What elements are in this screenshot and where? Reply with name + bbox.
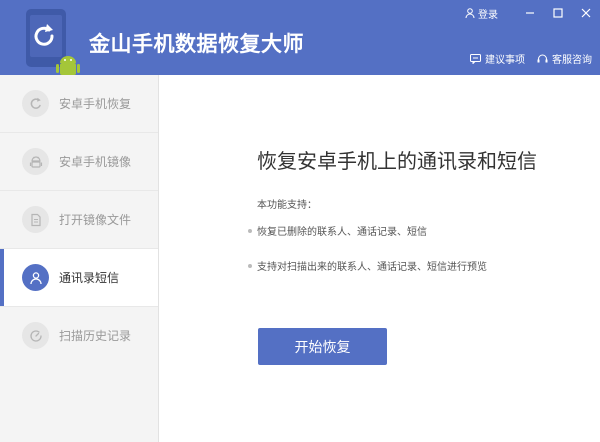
page-title: 恢复安卓手机上的通讯录和短信 — [257, 149, 537, 173]
headset-icon — [537, 54, 548, 62]
maximize-icon — [553, 8, 563, 18]
sidebar-item-scan-history[interactable]: 扫描历史记录 — [0, 307, 158, 364]
document-icon — [30, 213, 41, 226]
contact-icon — [29, 271, 42, 284]
minimize-button[interactable] — [516, 4, 544, 22]
history-icon — [29, 329, 42, 342]
sidebar-item-android-recovery[interactable]: 安卓手机恢复 — [0, 75, 158, 132]
user-icon — [465, 8, 475, 18]
comment-icon — [470, 53, 481, 64]
close-button[interactable] — [572, 4, 600, 22]
bullet-icon — [248, 263, 252, 268]
feedback-link[interactable]: 建议事项 — [470, 51, 525, 66]
sidebar-item-contacts-sms[interactable]: 通讯录短信 — [0, 249, 158, 306]
android-icon — [29, 155, 42, 168]
feature-item: 恢复已删除的联系人、通话记录、短信 — [248, 223, 427, 238]
sidebar: 安卓手机恢复 安卓手机镜像 打开镜像文件 通讯录短信 扫描历史记录 — [0, 75, 159, 442]
sidebar-item-label: 安卓手机恢复 — [59, 97, 132, 111]
feedback-label: 建议事项 — [485, 55, 525, 66]
feature-text: 支持对扫描出来的联系人、通话记录、短信进行预览 — [257, 262, 487, 273]
support-link[interactable]: 客服咨询 — [537, 51, 592, 66]
header-links: 建议事项 客服咨询 — [458, 51, 592, 66]
sidebar-item-label: 通讯录短信 — [59, 271, 120, 285]
sidebar-item-android-mirror[interactable]: 安卓手机镜像 — [0, 133, 158, 190]
window-controls: 登录 — [465, 4, 600, 22]
start-recovery-button[interactable]: 开始恢复 — [258, 328, 387, 365]
feature-text: 恢复已删除的联系人、通话记录、短信 — [257, 227, 427, 238]
sidebar-item-open-image[interactable]: 打开镜像文件 — [0, 191, 158, 248]
features-label: 本功能支持： — [257, 200, 317, 211]
sidebar-item-label: 扫描历史记录 — [59, 329, 132, 343]
refresh-icon — [30, 97, 41, 109]
title-bar: 金山手机数据恢复大师 登录 建议事项 客服咨询 — [0, 0, 600, 75]
bullet-icon — [248, 228, 252, 233]
minimize-icon — [526, 12, 534, 14]
app-logo-icon — [26, 9, 80, 75]
support-label: 客服咨询 — [552, 55, 592, 66]
feature-item: 支持对扫描出来的联系人、通话记录、短信进行预览 — [248, 258, 487, 273]
maximize-button[interactable] — [544, 4, 572, 22]
sidebar-item-label: 安卓手机镜像 — [59, 155, 132, 169]
login-label: 登录 — [478, 9, 498, 21]
sidebar-item-label: 打开镜像文件 — [59, 213, 132, 227]
close-icon — [581, 8, 591, 18]
main-content: 恢复安卓手机上的通讯录和短信 本功能支持： 恢复已删除的联系人、通话记录、短信 … — [160, 75, 600, 442]
app-title: 金山手机数据恢复大师 — [89, 32, 304, 56]
login-button[interactable]: 登录 — [465, 4, 498, 22]
